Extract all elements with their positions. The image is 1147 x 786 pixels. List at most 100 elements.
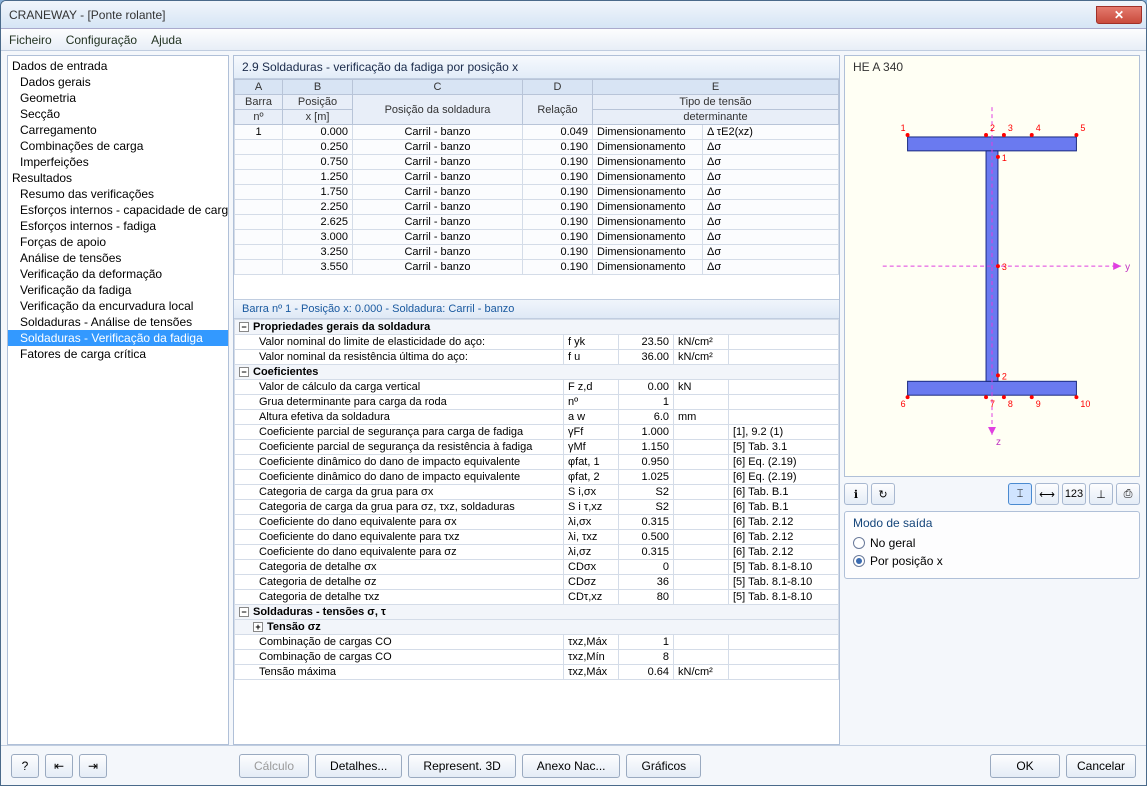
svg-text:3: 3 xyxy=(1002,262,1007,272)
import-button[interactable]: ⇤ xyxy=(45,754,73,778)
section-preview[interactable]: HE A 340 y z 1 2 3 xyxy=(844,55,1140,477)
represent-3d-button[interactable]: Represent. 3D xyxy=(408,754,515,778)
anexo-button[interactable]: Anexo Nac... xyxy=(522,754,621,778)
preview-toolbar: ℹ ↻ ⌶ ⟷ 123 ⊥ ⎙ xyxy=(844,481,1140,507)
tree-item[interactable]: Verificação da encurvadura local xyxy=(8,298,228,314)
menu-config[interactable]: Configuração xyxy=(66,33,137,47)
detail-row[interactable]: Combinação de cargas COτxz,Máx1 xyxy=(235,635,839,650)
col-b[interactable]: B xyxy=(283,80,353,95)
tree-item[interactable]: Forças de apoio xyxy=(8,234,228,250)
hdr-no: nº xyxy=(235,110,283,125)
output-mode-group: Modo de saída No geral Por posição x xyxy=(844,511,1140,579)
view-values-icon[interactable]: 123 xyxy=(1062,483,1086,505)
tree-item[interactable]: Esforços internos - fadiga xyxy=(8,218,228,234)
detail-row[interactable]: Categoria de carga da grua para σz, τxz,… xyxy=(235,500,839,515)
radio-icon xyxy=(853,555,865,567)
detail-row[interactable]: Tensão máximaτxz,Máx0.64kN/cm² xyxy=(235,665,839,680)
detail-row[interactable]: Categoria de detalhe σxCDσx0[5] Tab. 8.1… xyxy=(235,560,839,575)
calc-button[interactable]: Cálculo xyxy=(239,754,309,778)
table-row[interactable]: 3.000 Carril - banzo 0.190 Dimensionamen… xyxy=(235,230,839,245)
tree-item[interactable]: Dados gerais xyxy=(8,74,228,90)
profile-diagram: y z 1 2 3 4 5 1 3 2 6 7 8 9 10 xyxy=(845,56,1139,476)
tree-item[interactable]: Geometria xyxy=(8,90,228,106)
detail-row[interactable]: Coeficiente dinâmico do dano de impacto … xyxy=(235,470,839,485)
print-icon[interactable]: ⎙ xyxy=(1116,483,1140,505)
tree-item[interactable]: Verificação da deformação xyxy=(8,266,228,282)
view-section-icon[interactable]: ⌶ xyxy=(1008,483,1032,505)
detail-row[interactable]: Valor nominal do limite de elasticidade … xyxy=(235,335,839,350)
tree-item[interactable]: Análise de tensões xyxy=(8,250,228,266)
detail-row[interactable]: Coeficiente do dano equivalente para σxλ… xyxy=(235,515,839,530)
detail-row[interactable]: Coeficiente parcial de segurança para ca… xyxy=(235,425,839,440)
col-a[interactable]: A xyxy=(235,80,283,95)
detail-row[interactable]: Combinação de cargas COτxz,Mín8 xyxy=(235,650,839,665)
table-row[interactable]: 1 0.000 Carril - banzo 0.049 Dimensionam… xyxy=(235,125,839,140)
svg-text:4: 4 xyxy=(1036,123,1041,133)
tree-item[interactable]: Soldaduras - Verificação da fadiga xyxy=(8,330,228,346)
tree-item[interactable]: Secção xyxy=(8,106,228,122)
svg-text:10: 10 xyxy=(1080,399,1090,409)
hdr-xm: x [m] xyxy=(283,110,353,125)
svg-text:9: 9 xyxy=(1036,399,1041,409)
tree-item[interactable]: Combinações de carga xyxy=(8,138,228,154)
detail-row[interactable]: Coeficiente do dano equivalente para τxz… xyxy=(235,530,839,545)
tree-input-root[interactable]: Dados de entrada xyxy=(8,58,228,74)
tree-item[interactable]: Esforços internos - capacidade de carga xyxy=(8,202,228,218)
tree-results-root[interactable]: Resultados xyxy=(8,170,228,186)
mode-title: Modo de saída xyxy=(853,516,1131,530)
table-row[interactable]: 3.250 Carril - banzo 0.190 Dimensionamen… xyxy=(235,245,839,260)
export-button[interactable]: ⇥ xyxy=(79,754,107,778)
detail-row[interactable]: Altura efetiva da soldaduraa w6.0mm xyxy=(235,410,839,425)
section-title: 2.9 Soldaduras - verificação da fadiga p… xyxy=(234,56,839,79)
tree-item[interactable]: Resumo das verificações xyxy=(8,186,228,202)
results-grid[interactable]: A B C D E Barra Posição Posição da solda… xyxy=(234,79,839,275)
table-row[interactable]: 2.250 Carril - banzo 0.190 Dimensionamen… xyxy=(235,200,839,215)
ok-button[interactable]: OK xyxy=(990,754,1060,778)
info-icon[interactable]: ℹ xyxy=(844,483,868,505)
hdr-possold: Posição da soldadura xyxy=(353,95,523,125)
col-d[interactable]: D xyxy=(523,80,593,95)
hdr-posx: Posição xyxy=(283,95,353,110)
detail-row[interactable]: Coeficiente dinâmico do dano de impacto … xyxy=(235,455,839,470)
detail-header: Barra nº 1 - Posição x: 0.000 - Soldadur… xyxy=(234,300,839,319)
detail-row[interactable]: Categoria de carga da grua para σxS i,σx… xyxy=(235,485,839,500)
svg-text:y: y xyxy=(1125,262,1130,273)
tree-item[interactable]: Soldaduras - Análise de tensões xyxy=(8,314,228,330)
cancel-button[interactable]: Cancelar xyxy=(1066,754,1136,778)
tree-item[interactable]: Fatores de carga crítica xyxy=(8,346,228,362)
table-row[interactable]: 3.550 Carril - banzo 0.190 Dimensionamen… xyxy=(235,260,839,275)
view-axes-icon[interactable]: ⊥ xyxy=(1089,483,1113,505)
radio-byx[interactable]: Por posição x xyxy=(853,552,1131,570)
hdr-tipo: Tipo de tensão xyxy=(593,95,839,110)
tree-item[interactable]: Imperfeições xyxy=(8,154,228,170)
nav-tree[interactable]: Dados de entrada Dados geraisGeometriaSe… xyxy=(7,55,229,745)
detail-row[interactable]: Valor nominal da resistência última do a… xyxy=(235,350,839,365)
table-row[interactable]: 0.750 Carril - banzo 0.190 Dimensionamen… xyxy=(235,155,839,170)
table-row[interactable]: 2.625 Carril - banzo 0.190 Dimensionamen… xyxy=(235,215,839,230)
table-row[interactable]: 1.250 Carril - banzo 0.190 Dimensionamen… xyxy=(235,170,839,185)
detail-row[interactable]: Categoria de detalhe τxzCDτ,xz80[5] Tab.… xyxy=(235,590,839,605)
graficos-button[interactable]: Gráficos xyxy=(626,754,701,778)
menu-file[interactable]: Ficheiro xyxy=(9,33,52,47)
col-c[interactable]: C xyxy=(353,80,523,95)
col-e[interactable]: E xyxy=(593,80,839,95)
details-button[interactable]: Detalhes... xyxy=(315,754,402,778)
tree-item[interactable]: Verificação da fadiga xyxy=(8,282,228,298)
close-button[interactable]: ✕ xyxy=(1096,6,1142,24)
help-button[interactable]: ? xyxy=(11,754,39,778)
detail-row[interactable]: Valor de cálculo da carga verticalF z,d0… xyxy=(235,380,839,395)
table-row[interactable]: 0.250 Carril - banzo 0.190 Dimensionamen… xyxy=(235,140,839,155)
table-row[interactable]: 1.750 Carril - banzo 0.190 Dimensionamen… xyxy=(235,185,839,200)
app-window: CRANEWAY - [Ponte rolante] ✕ Ficheiro Co… xyxy=(0,0,1147,786)
refresh-icon[interactable]: ↻ xyxy=(871,483,895,505)
footer: ? ⇤ ⇥ Cálculo Detalhes... Represent. 3D … xyxy=(1,745,1146,785)
view-dims-icon[interactable]: ⟷ xyxy=(1035,483,1059,505)
detail-table[interactable]: −Propriedades gerais da soldadura Valor … xyxy=(234,319,839,680)
detail-row[interactable]: Coeficiente parcial de segurança da resi… xyxy=(235,440,839,455)
detail-row[interactable]: Coeficiente do dano equivalente para σzλ… xyxy=(235,545,839,560)
menu-help[interactable]: Ajuda xyxy=(151,33,182,47)
tree-item[interactable]: Carregamento xyxy=(8,122,228,138)
detail-row[interactable]: Grua determinante para carga da rodanº1 xyxy=(235,395,839,410)
radio-general[interactable]: No geral xyxy=(853,534,1131,552)
detail-row[interactable]: Categoria de detalhe σzCDσz36[5] Tab. 8.… xyxy=(235,575,839,590)
